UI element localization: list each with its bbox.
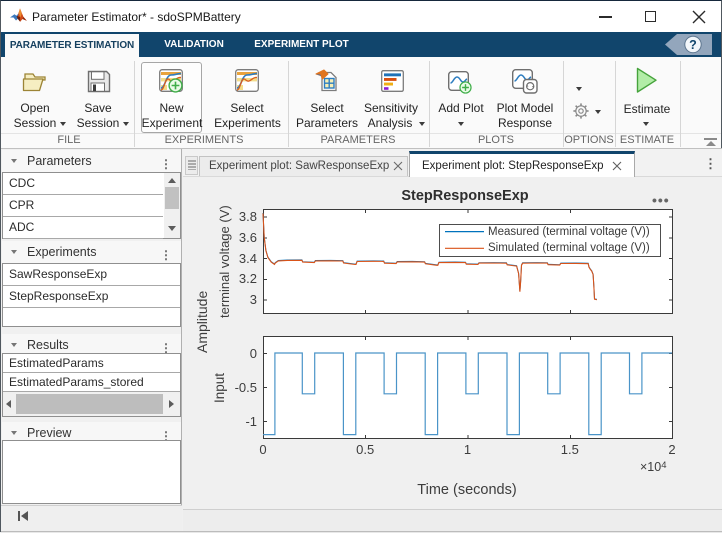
svg-text:?: ? [689,38,697,52]
